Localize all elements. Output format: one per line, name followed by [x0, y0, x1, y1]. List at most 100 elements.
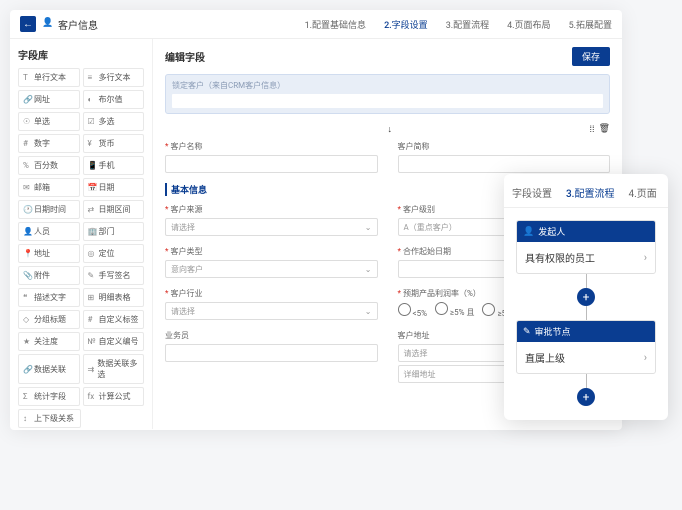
col-sales: 业务员 — [165, 330, 378, 383]
node-body[interactable]: 直属上级› — [517, 342, 655, 373]
field-label: 日期 — [99, 182, 115, 193]
overlay-tab-flow[interactable]: 3.配置流程 — [566, 182, 614, 203]
label-source: *客户来源 — [165, 204, 378, 215]
field-icon: ≡ — [88, 73, 96, 82]
step-1[interactable]: 1.配置基础信息 — [305, 18, 366, 31]
field-label: 自定义标签 — [99, 314, 139, 325]
add-node-button[interactable]: + — [577, 288, 595, 306]
user-icon: 👤 — [523, 227, 534, 237]
node-body[interactable]: 具有权限的员工› — [517, 242, 655, 273]
field-label: 日期区间 — [99, 204, 131, 215]
flow-node-initiator[interactable]: 👤发起人 具有权限的员工› — [516, 220, 656, 274]
form-row: *客户名称 客户简称 — [165, 141, 610, 173]
field-item[interactable]: ⇉数据关联多选 — [83, 354, 145, 384]
field-icon: 📱 — [88, 161, 96, 170]
field-item[interactable]: ❝描述文字 — [18, 288, 80, 307]
field-icon: ⇉ — [88, 365, 95, 374]
field-icon: Σ — [23, 392, 31, 401]
step-3[interactable]: 3.配置流程 — [446, 18, 489, 31]
field-label: 地址 — [34, 248, 50, 259]
field-library: 字段库 T单行文本≡多行文本🔗网址◐布尔值☉单选☑多选#数字¥货币%百分数📱手机… — [10, 39, 153, 429]
field-item[interactable]: ☉单选 — [18, 112, 80, 131]
field-item[interactable]: #数字 — [18, 134, 80, 153]
field-item[interactable]: 📍地址 — [18, 244, 80, 263]
field-item[interactable]: %百分数 — [18, 156, 80, 175]
field-icon: # — [23, 139, 31, 148]
field-item[interactable]: ⇄日期区间 — [83, 200, 145, 219]
step-nav: 1.配置基础信息 2.字段设置 3.配置流程 4.页面布局 5.拓展配置 — [305, 18, 612, 31]
field-item[interactable]: ◎定位 — [83, 244, 145, 263]
field-item[interactable]: ⊞明细表格 — [83, 288, 145, 307]
field-icon: ★ — [23, 337, 31, 346]
input-sales[interactable] — [165, 344, 378, 362]
field-icon: # — [88, 315, 96, 324]
field-icon: ⇄ — [88, 205, 96, 214]
save-button[interactable]: 保存 — [572, 47, 610, 66]
chevron-right-icon: › — [644, 351, 647, 364]
delete-icon[interactable]: 🗑 — [599, 124, 610, 135]
field-icon: ◎ — [88, 249, 96, 258]
field-label: 人员 — [34, 226, 50, 237]
field-item[interactable]: ◐布尔值 — [83, 90, 145, 109]
handle-icon[interactable]: ⁞⁞ — [590, 124, 595, 135]
field-item[interactable]: ◇分组标题 — [18, 310, 80, 329]
field-item[interactable]: 🕐日期时间 — [18, 200, 80, 219]
select-source[interactable]: 请选择 — [165, 218, 378, 236]
field-label: 部门 — [99, 226, 115, 237]
select-type[interactable]: 意向客户 — [165, 260, 378, 278]
arrow-down-icon[interactable]: ↓ — [388, 124, 393, 135]
field-icon: ☑ — [88, 117, 96, 126]
field-item[interactable]: fx计算公式 — [83, 387, 145, 406]
step-4[interactable]: 4.页面布局 — [507, 18, 550, 31]
field-grid: T单行文本≡多行文本🔗网址◐布尔值☉单选☑多选#数字¥货币%百分数📱手机✉邮箱📅… — [18, 68, 144, 428]
field-item[interactable]: 🏢部门 — [83, 222, 145, 241]
label-industry: *客户行业 — [165, 288, 378, 299]
field-item[interactable]: ¥货币 — [83, 134, 145, 153]
col-short: 客户简称 — [398, 141, 611, 173]
step-2[interactable]: 2.字段设置 — [384, 18, 428, 31]
field-item[interactable]: T单行文本 — [18, 68, 80, 87]
field-label: 多选 — [99, 116, 115, 127]
overlay-tab-fields[interactable]: 字段设置 — [512, 182, 552, 203]
field-label: 数据关联 — [34, 364, 66, 375]
lock-input[interactable] — [172, 94, 603, 108]
field-label: 布尔值 — [99, 94, 123, 105]
add-node-button[interactable]: + — [577, 388, 595, 406]
select-industry[interactable]: 请选择 — [165, 302, 378, 320]
connector — [586, 274, 587, 288]
field-item[interactable]: 📱手机 — [83, 156, 145, 175]
flow: 👤发起人 具有权限的员工› + ✎审批节点 直属上级› + — [504, 208, 668, 406]
field-item[interactable]: #自定义标签 — [83, 310, 145, 329]
field-icon: № — [88, 337, 96, 346]
banner-tools: ↓ ⁞⁞ 🗑 — [165, 124, 610, 135]
field-item[interactable]: 👤人员 — [18, 222, 80, 241]
content-title: 编辑字段 — [165, 49, 205, 64]
field-label: 邮箱 — [34, 182, 50, 193]
field-icon: 📍 — [23, 249, 31, 258]
field-item[interactable]: Σ统计字段 — [18, 387, 80, 406]
field-item[interactable]: 🔗数据关联 — [18, 354, 80, 384]
field-item[interactable]: 🔗网址 — [18, 90, 80, 109]
input-short[interactable] — [398, 155, 611, 173]
field-item[interactable]: 📅日期 — [83, 178, 145, 197]
field-icon: 🕐 — [23, 205, 31, 214]
input-name[interactable] — [165, 155, 378, 173]
field-item[interactable]: ≡多行文本 — [83, 68, 145, 87]
field-item[interactable]: ★关注度 — [18, 332, 80, 351]
field-item[interactable]: ✎手写签名 — [83, 266, 145, 285]
label-sales: 业务员 — [165, 330, 378, 341]
field-item[interactable]: ☑多选 — [83, 112, 145, 131]
field-icon: T — [23, 73, 31, 82]
field-item[interactable]: 📎附件 — [18, 266, 80, 285]
back-button[interactable]: ← — [20, 16, 36, 32]
field-item[interactable]: ↕上下级关系 — [18, 409, 81, 428]
label-type: *客户类型 — [165, 246, 378, 257]
field-item[interactable]: №自定义编号 — [83, 332, 145, 351]
flow-node-approval[interactable]: ✎审批节点 直属上级› — [516, 320, 656, 374]
field-icon: 🔗 — [23, 365, 31, 374]
overlay-tab-page[interactable]: 4.页面 — [628, 182, 656, 203]
step-5[interactable]: 5.拓展配置 — [569, 18, 612, 31]
field-icon: % — [23, 161, 31, 170]
field-item[interactable]: ✉邮箱 — [18, 178, 80, 197]
field-label: 计算公式 — [99, 391, 131, 402]
